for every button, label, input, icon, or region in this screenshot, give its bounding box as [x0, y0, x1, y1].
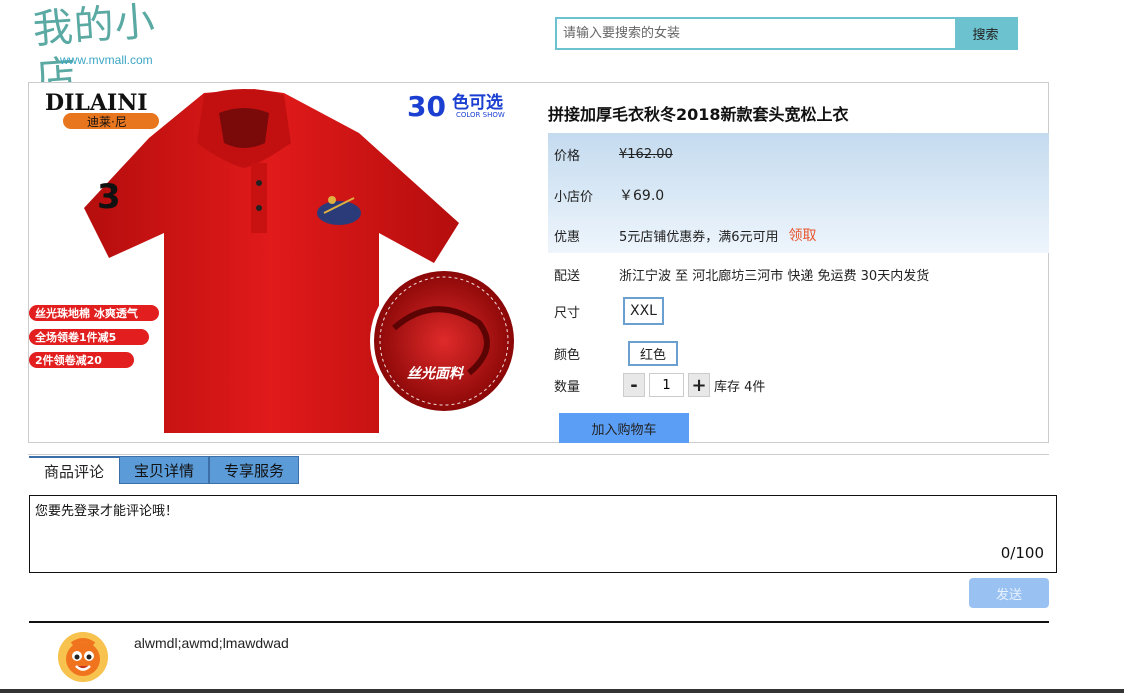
- search-button[interactable]: 搜索: [955, 19, 1016, 48]
- color-option[interactable]: 红色: [628, 341, 679, 366]
- color-label: 颜色: [554, 348, 581, 363]
- product-title: 拼接加厚毛衣秋冬2018新款套头宽松上衣: [548, 105, 849, 124]
- quantity-row: 数量 - + 库存 4件: [554, 373, 765, 397]
- discount-row: 优惠 5元店铺优惠券，满6元可用 领取: [554, 225, 817, 245]
- search-input[interactable]: [557, 19, 955, 48]
- fabric-label: 丝光面料: [407, 365, 465, 382]
- svg-text:3: 3: [97, 177, 121, 217]
- char-counter: 0/100: [1000, 544, 1044, 562]
- badge-3: 2件领卷减20: [35, 353, 102, 367]
- size-label: 尺寸: [554, 305, 581, 321]
- tab-details[interactable]: 宝贝详情: [119, 456, 209, 484]
- shipping-label: 配送: [554, 269, 581, 284]
- size-row: 尺寸 XXL: [554, 297, 664, 325]
- original-price: ¥162.00: [619, 147, 673, 162]
- logo-url: www.mvmall.com: [60, 53, 153, 67]
- product-photo: 3 DILAINI 迪莱·尼 30 色可选 COLOR SHOW 丝光珠地棉 冰…: [29, 89, 518, 433]
- user-avatar-icon: [58, 632, 108, 682]
- tab-services[interactable]: 专享服务: [209, 456, 299, 484]
- comment-input[interactable]: 您要先登录才能评论哦！: [33, 498, 1055, 552]
- price-label: 价格: [554, 149, 581, 164]
- claim-coupon-link[interactable]: 领取: [789, 225, 817, 245]
- promo-badges: 丝光珠地棉 冰爽透气 全场领卷1件减5 2件领卷减20: [29, 305, 159, 368]
- tab-bar: 商品评论 宝贝详情 专享服务: [29, 456, 299, 484]
- avatar: [58, 632, 108, 682]
- bottom-bar: [0, 689, 1124, 693]
- color-count: 30: [407, 90, 446, 123]
- quantity-label: 数量: [554, 379, 581, 395]
- price-row: 价格 ¥162.00: [554, 145, 673, 164]
- product-image: 3 DILAINI 迪莱·尼 30 色可选 COLOR SHOW 丝光珠地棉 冰…: [29, 83, 529, 441]
- stock-text: 库存 4件: [714, 379, 766, 395]
- add-to-cart-button[interactable]: 加入购物车: [559, 413, 689, 443]
- discount-label: 优惠: [554, 229, 581, 245]
- shipping-row: 配送 浙江宁波 至 河北廊坊三河市 快递 免运费 30天内发货: [554, 265, 929, 284]
- comments-divider: [29, 621, 1049, 623]
- color-show: COLOR SHOW: [456, 111, 505, 119]
- shipping-text: 浙江宁波 至 河北廊坊三河市 快递 免运费 30天内发货: [619, 269, 930, 284]
- tab-divider: [28, 454, 1049, 455]
- quantity-increase-button[interactable]: +: [688, 373, 710, 397]
- search-bar: 搜索: [555, 17, 1018, 50]
- size-option[interactable]: XXL: [623, 297, 664, 325]
- quantity-input[interactable]: [649, 373, 684, 397]
- quantity-decrease-button[interactable]: -: [623, 373, 645, 397]
- shop-price-label: 小店价: [554, 189, 594, 205]
- shop-price: ￥69.0: [619, 188, 665, 204]
- badge-2: 全场领卷1件减5: [34, 330, 116, 344]
- discount-text: 5元店铺优惠券，满6元可用: [619, 229, 779, 245]
- brand-en: DILAINI: [45, 90, 148, 116]
- shop-price-row: 小店价 ￥69.0: [554, 185, 664, 205]
- comment-box: 您要先登录才能评论哦！ 0/100: [29, 495, 1057, 573]
- tab-reviews[interactable]: 商品评论: [29, 456, 119, 484]
- brand-cn: 迪莱·尼: [87, 115, 127, 129]
- send-button[interactable]: 发送: [969, 578, 1049, 608]
- color-row: 颜色 红色: [554, 341, 679, 366]
- badge-1: 丝光珠地棉 冰爽透气: [35, 306, 138, 320]
- comment-content: alwmdl;awmd;lmawdwad: [134, 635, 289, 651]
- color-label: 色可选: [452, 92, 503, 113]
